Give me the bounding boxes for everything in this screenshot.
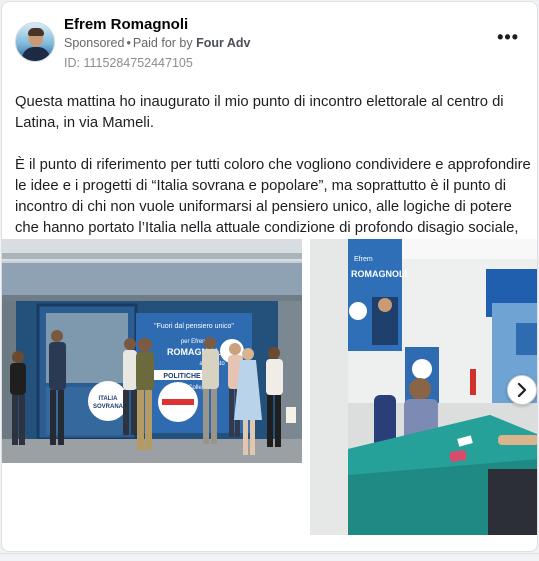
- sponsor-line: Sponsored • Paid for by Four Adv: [64, 36, 251, 50]
- more-options-icon[interactable]: •••: [497, 28, 519, 46]
- post-paragraph: Questa mattina ho inaugurato il mio punt…: [15, 94, 504, 131]
- author-avatar[interactable]: [15, 22, 55, 62]
- carousel-photo[interactable]: "Fuori dal pensiero unico" per Efrem ROM…: [2, 239, 302, 463]
- divider: [0, 553, 539, 554]
- logo-line-2: SOVRANA: [93, 404, 124, 410]
- logo-line-1: ITALIA: [99, 396, 119, 402]
- chevron-right-icon[interactable]: [507, 375, 537, 405]
- payer-name[interactable]: Four Adv: [196, 36, 250, 50]
- banner-name: ROMAGNOLI: [351, 269, 407, 279]
- separator-dot: •: [126, 36, 131, 50]
- carousel-photo[interactable]: Efrem ROMAGNOLI: [310, 239, 537, 535]
- banner-first-name: Efrem: [354, 256, 373, 263]
- paid-for-label: Paid for by: [132, 36, 193, 50]
- media-carousel[interactable]: "Fuori dal pensiero unico" per Efrem ROM…: [2, 239, 537, 539]
- ad-id: ID: 1115284752447105: [64, 56, 193, 70]
- poster-section: POLITICHE: [163, 373, 201, 380]
- poster-slogan: "Fuori dal pensiero unico": [154, 323, 234, 330]
- sponsored-label: Sponsored: [64, 36, 125, 50]
- author-name[interactable]: Efrem Romagnoli: [64, 16, 188, 33]
- post-text: Questa mattina ho inaugurato il mio punt…: [15, 92, 531, 260]
- poster-per: per Efrem: [181, 339, 207, 345]
- ad-post-card: Efrem Romagnoli Sponsored • Paid for by Fo…: [1, 1, 538, 552]
